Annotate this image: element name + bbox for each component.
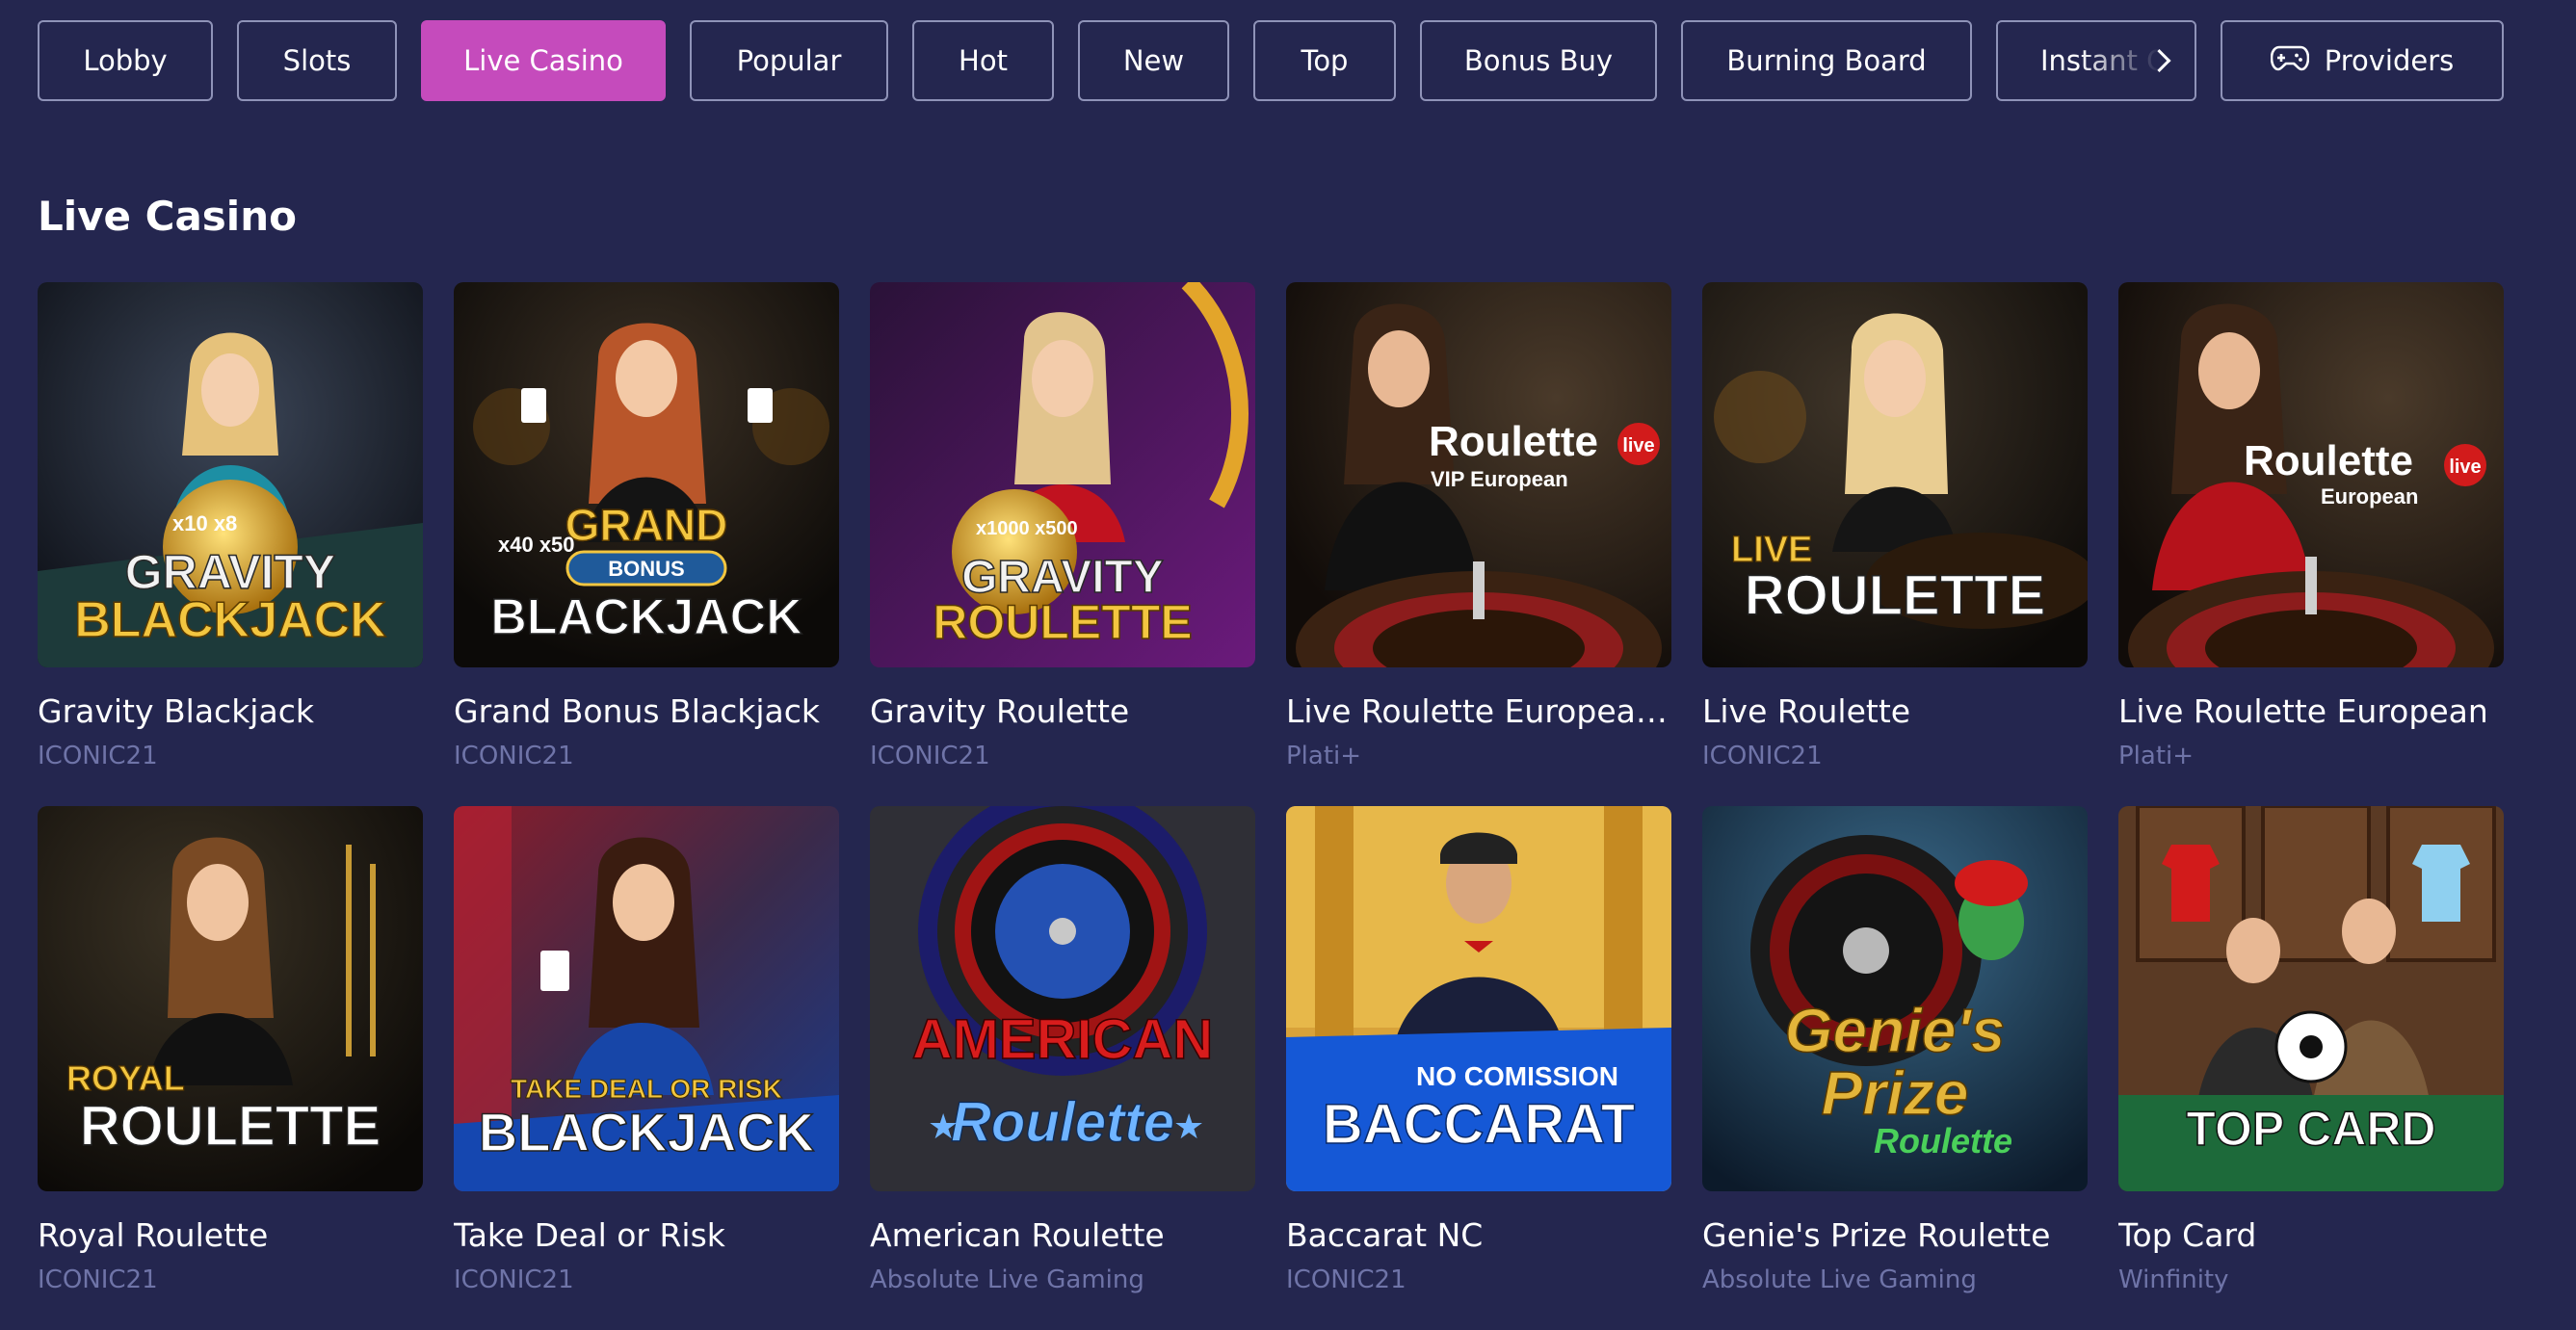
thumb-art-line2: ROULETTE bbox=[80, 1095, 381, 1158]
game-thumbnail[interactable]: ROYAL ROULETTE bbox=[38, 806, 423, 1191]
game-provider: Absolute Live Gaming bbox=[870, 1265, 1144, 1294]
category-tab-bar: Lobby Slots Live Casino Popular Hot New … bbox=[38, 20, 2504, 105]
thumb-art-line1: TOP CARD bbox=[2186, 1102, 2435, 1156]
tab-new[interactable]: New bbox=[1078, 20, 1229, 101]
tab-instant-games[interactable]: Instant G bbox=[1996, 20, 2196, 101]
game-thumbnail[interactable]: AMERICAN Roulette ★ ★ bbox=[870, 806, 1255, 1191]
thumb-art-extra: x1000 x500 bbox=[976, 518, 1078, 539]
thumb-art-sub: VIP European bbox=[1431, 467, 1568, 491]
thumb-art-line1: Genie's bbox=[1785, 996, 2006, 1065]
thumb-art-line2: BACCARAT bbox=[1323, 1093, 1635, 1156]
game-provider: Plati+ bbox=[1286, 742, 1362, 770]
game-card-american-roulette[interactable]: AMERICAN Roulette ★ ★ American Roulette … bbox=[870, 806, 1255, 1330]
game-provider: ICONIC21 bbox=[1286, 1265, 1406, 1294]
thumb-art-line1: Roulette bbox=[1429, 418, 1598, 465]
thumb-art-sub: European bbox=[2321, 484, 2418, 509]
star-icon: ★ bbox=[928, 1108, 959, 1147]
tab-overflow-fade bbox=[2079, 22, 2195, 99]
game-title[interactable]: Gravity Blackjack bbox=[38, 692, 423, 730]
game-provider: ICONIC21 bbox=[870, 742, 990, 770]
game-provider: ICONIC21 bbox=[38, 742, 158, 770]
game-title[interactable]: American Roulette bbox=[870, 1216, 1255, 1254]
thumb-art-line2: BLACKJACK bbox=[479, 1102, 814, 1162]
thumb-art-badge: BONUS bbox=[608, 557, 684, 581]
game-thumbnail[interactable]: LIVE ROULETTE bbox=[1702, 282, 2088, 667]
tab-popular[interactable]: Popular bbox=[690, 20, 888, 101]
thumb-art-line2: BLACKJACK bbox=[490, 589, 802, 645]
game-thumbnail[interactable]: Roulette live VIP European bbox=[1286, 282, 1671, 667]
tab-slots[interactable]: Slots bbox=[237, 20, 397, 101]
game-thumbnail[interactable]: NO COMISSION BACCARAT bbox=[1286, 806, 1671, 1191]
game-title[interactable]: Grand Bonus Blackjack bbox=[454, 692, 839, 730]
game-provider: ICONIC21 bbox=[454, 742, 574, 770]
game-card-genies-prize-roulette[interactable]: Genie's Prize Roulette Genie's Prize Rou… bbox=[1702, 806, 2088, 1330]
thumb-art-line1: AMERICAN bbox=[912, 1008, 1214, 1071]
game-thumbnail[interactable]: GRAND BONUS x40 x50 BLACKJACK bbox=[454, 282, 839, 667]
thumb-art-line2: ROULETTE bbox=[1745, 564, 2046, 627]
thumb-art-extra: x40 x50 bbox=[498, 533, 575, 557]
game-title[interactable]: Top Card bbox=[2118, 1216, 2504, 1254]
thumb-art-line2: Roulette bbox=[951, 1091, 1174, 1154]
thumb-art-line1: Roulette bbox=[2244, 437, 2413, 484]
game-provider: ICONIC21 bbox=[38, 1265, 158, 1294]
tab-lobby[interactable]: Lobby bbox=[38, 20, 213, 101]
thumb-art-line2: BLACKJACK bbox=[74, 592, 386, 648]
game-grid: x10 x8 GRAVITY BLACKJACK Gravity Blackja… bbox=[38, 282, 2504, 1330]
thumb-art-line1: GRAVITY bbox=[125, 545, 336, 599]
thumb-art-line2: Prize bbox=[1822, 1058, 1969, 1128]
game-title[interactable]: Live Roulette bbox=[1702, 692, 2088, 730]
game-title[interactable]: Take Deal or Risk bbox=[454, 1216, 839, 1254]
game-thumbnail[interactable]: Roulette live European bbox=[2118, 282, 2504, 667]
game-provider: Absolute Live Gaming bbox=[1702, 1265, 1977, 1294]
game-title[interactable]: Gravity Roulette bbox=[870, 692, 1255, 730]
tab-top[interactable]: Top bbox=[1253, 20, 1396, 101]
game-title[interactable]: Live Roulette European ... bbox=[1286, 692, 1671, 730]
game-card-top-card[interactable]: TOP CARD Top Card Winfinity bbox=[2118, 806, 2504, 1330]
tab-bonus-buy[interactable]: Bonus Buy bbox=[1420, 20, 1657, 101]
game-thumbnail[interactable]: TOP CARD bbox=[2118, 806, 2504, 1191]
tab-burning-board[interactable]: Burning Board bbox=[1681, 20, 1972, 101]
game-thumbnail[interactable]: x1000 x500 GRAVITY ROULETTE bbox=[870, 282, 1255, 667]
game-card-live-roulette-european-vip[interactable]: Roulette live VIP European Live Roulette… bbox=[1286, 282, 1671, 806]
thumb-art-line2: ROULETTE bbox=[933, 595, 1192, 649]
game-card-live-roulette[interactable]: LIVE ROULETTE Live Roulette ICONIC21 bbox=[1702, 282, 2088, 806]
thumb-art-line1: ROYAL bbox=[66, 1058, 185, 1098]
thumb-art-extra: x10 x8 bbox=[172, 511, 237, 535]
game-card-gravity-blackjack[interactable]: x10 x8 GRAVITY BLACKJACK Gravity Blackja… bbox=[38, 282, 423, 806]
game-card-royal-roulette[interactable]: ROYAL ROULETTE Royal Roulette ICONIC21 bbox=[38, 806, 423, 1330]
game-card-baccarat-nc[interactable]: NO COMISSION BACCARAT Baccarat NC ICONIC… bbox=[1286, 806, 1671, 1330]
thumb-art-line1: NO COMISSION bbox=[1416, 1061, 1618, 1091]
section-title: Live Casino bbox=[38, 193, 297, 240]
game-card-gravity-roulette[interactable]: x1000 x500 GRAVITY ROULETTE Gravity Roul… bbox=[870, 282, 1255, 806]
thumb-art-badge: live bbox=[2449, 456, 2481, 478]
providers-label: Providers bbox=[2324, 44, 2455, 77]
game-card-grand-bonus-blackjack[interactable]: GRAND BONUS x40 x50 BLACKJACK Grand Bonu… bbox=[454, 282, 839, 806]
star-icon: ★ bbox=[1173, 1108, 1204, 1147]
game-thumbnail[interactable]: TAKE DEAL OR RISK BLACKJACK bbox=[454, 806, 839, 1191]
game-thumbnail[interactable]: x10 x8 GRAVITY BLACKJACK bbox=[38, 282, 423, 667]
thumb-art-line1: GRAND bbox=[565, 500, 728, 550]
game-provider: Plati+ bbox=[2118, 742, 2195, 770]
game-title[interactable]: Genie's Prize Roulette bbox=[1702, 1216, 2088, 1254]
game-title[interactable]: Baccarat NC bbox=[1286, 1216, 1671, 1254]
game-card-live-roulette-european[interactable]: Roulette live European Live Roulette Eur… bbox=[2118, 282, 2504, 806]
game-card-take-deal-or-risk[interactable]: TAKE DEAL OR RISK BLACKJACK Take Deal or… bbox=[454, 806, 839, 1330]
game-provider: ICONIC21 bbox=[1702, 742, 1823, 770]
providers-button[interactable]: Providers bbox=[2221, 20, 2504, 101]
game-thumbnail[interactable]: Genie's Prize Roulette bbox=[1702, 806, 2088, 1191]
game-provider: ICONIC21 bbox=[454, 1265, 574, 1294]
tab-hot[interactable]: Hot bbox=[912, 20, 1054, 101]
game-title[interactable]: Royal Roulette bbox=[38, 1216, 423, 1254]
thumb-art-sub: Roulette bbox=[1874, 1121, 2012, 1160]
gamepad-icon bbox=[2270, 43, 2310, 79]
tab-live-casino[interactable]: Live Casino bbox=[421, 20, 666, 101]
thumb-art-badge: live bbox=[1622, 435, 1654, 456]
game-title[interactable]: Live Roulette European bbox=[2118, 692, 2504, 730]
game-provider: Winfinity bbox=[2118, 1265, 2229, 1294]
thumb-art-line1: TAKE DEAL OR RISK bbox=[511, 1074, 782, 1104]
